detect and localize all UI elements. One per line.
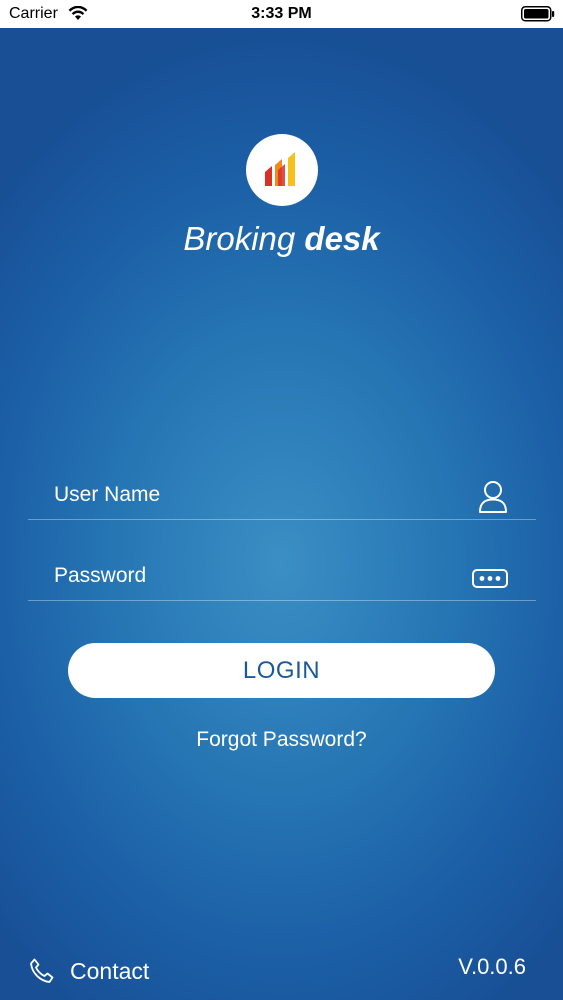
app-logo [246,134,318,206]
brand-name: Broking desk [0,220,563,258]
version-label: V.0.0.6 [458,954,526,979]
forgot-password-link[interactable]: Forgot Password? [0,728,563,752]
contact-label: Contact [70,957,150,984]
clock: 3:33 PM [251,5,312,22]
password-dots-icon [472,561,508,594]
brand-name-bold: desk [304,220,380,257]
user-icon [478,480,508,519]
phone-icon [28,957,56,985]
password-field [28,553,536,601]
password-input[interactable] [54,553,474,599]
login-button[interactable]: LOGIN [68,643,495,698]
status-bar: Carrier 3:33 PM [0,0,563,28]
bar-chart-logo-icon [265,152,295,186]
username-input[interactable] [54,472,474,518]
username-field [28,472,536,520]
battery-icon [521,6,555,27]
contact-button[interactable]: Contact [28,956,149,986]
login-screen: Broking desk LOGIN Forgot Password? [0,28,563,1000]
brand-name-light: Broking [183,220,296,257]
